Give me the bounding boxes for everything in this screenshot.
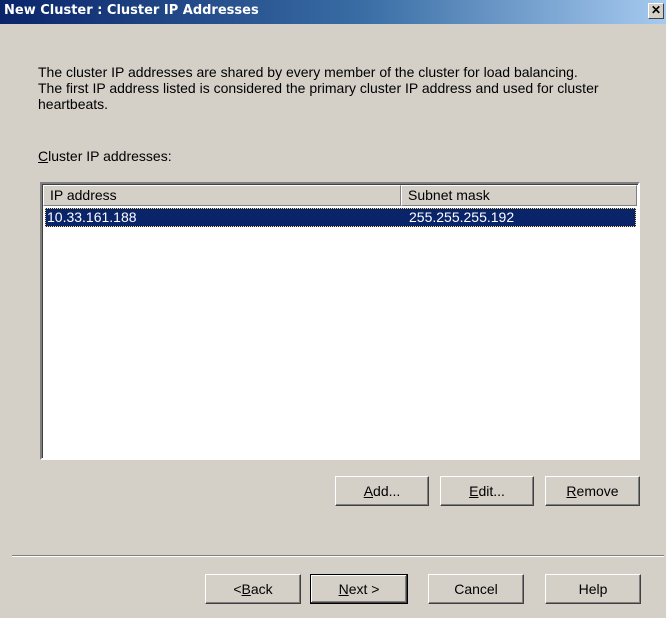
cluster-ip-listview[interactable]: IP address Subnet mask 10.33.161.188 255… bbox=[40, 182, 640, 460]
footer-separator bbox=[12, 555, 664, 557]
back-label: ack bbox=[250, 581, 273, 597]
listview-header: IP address Subnet mask bbox=[43, 185, 637, 206]
close-button[interactable]: ✕ bbox=[648, 3, 664, 19]
description-line-2: The first IP address listed is considere… bbox=[38, 80, 599, 96]
description-line-1: The cluster IP addresses are shared by e… bbox=[38, 64, 578, 80]
ip-address-cell: 10.33.161.188 bbox=[47, 209, 137, 225]
back-button[interactable]: < Back bbox=[205, 574, 301, 604]
label-mnemonic: C bbox=[38, 148, 49, 164]
next-mnemonic: N bbox=[338, 581, 349, 597]
add-label: dd... bbox=[373, 483, 401, 499]
subnet-mask-cell: 255.255.255.192 bbox=[409, 209, 515, 225]
edit-mnemonic: E bbox=[469, 483, 479, 499]
cluster-ip-list-label: Cluster IP addresses: bbox=[38, 148, 172, 164]
back-mnemonic: B bbox=[241, 581, 251, 597]
next-button[interactable]: Next > bbox=[310, 574, 408, 604]
add-mnemonic: A bbox=[363, 483, 374, 499]
add-button[interactable]: Add... bbox=[335, 476, 429, 506]
edit-button[interactable]: Edit... bbox=[440, 476, 534, 506]
description-line-3: heartbeats. bbox=[38, 96, 109, 112]
column-header-ip-address[interactable]: IP address bbox=[43, 185, 401, 206]
remove-label: emove bbox=[576, 483, 619, 499]
close-icon: ✕ bbox=[650, 3, 662, 17]
window-title: New Cluster : Cluster IP Addresses bbox=[4, 3, 259, 18]
description: The cluster IP addresses are shared by e… bbox=[38, 64, 658, 112]
list-row[interactable]: 10.33.161.188 255.255.255.192 bbox=[45, 208, 636, 227]
cancel-button[interactable]: Cancel bbox=[428, 574, 524, 604]
column-header-subnet-mask[interactable]: Subnet mask bbox=[401, 185, 637, 206]
remove-button[interactable]: Remove bbox=[545, 476, 640, 506]
label-text: luster IP addresses: bbox=[48, 148, 172, 164]
remove-mnemonic: R bbox=[566, 483, 577, 499]
help-button[interactable]: Help bbox=[545, 574, 641, 604]
edit-label: dit... bbox=[478, 483, 505, 499]
title-bar[interactable]: New Cluster : Cluster IP Addresses ✕ bbox=[0, 0, 666, 24]
back-prefix: < bbox=[233, 581, 242, 597]
next-label: ext > bbox=[348, 581, 380, 597]
